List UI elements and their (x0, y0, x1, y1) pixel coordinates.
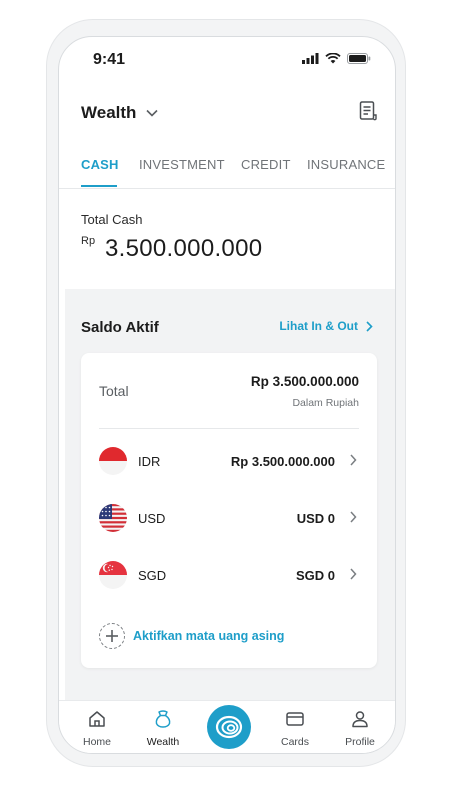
currency-code: IDR (138, 454, 161, 469)
balance-card: Total Rp 3.500.000.000 Dalam Rupiah IDR … (81, 353, 377, 668)
chevron-right-icon (350, 568, 357, 580)
document-icon (359, 101, 377, 121)
signal-icon (302, 53, 319, 64)
tab-credit[interactable]: CREDIT (241, 157, 291, 172)
nav-home[interactable]: Home (67, 709, 127, 748)
status-icons (302, 53, 371, 64)
center-action-button[interactable] (207, 705, 251, 749)
nav-wealth[interactable]: Wealth (133, 709, 193, 748)
currency-code: USD (138, 511, 166, 526)
divider (99, 428, 359, 429)
currency-value: SGD 0 (295, 568, 335, 583)
view-in-out-label: Lihat In & Out (279, 319, 358, 333)
saldo-title: Saldo Aktif (81, 319, 159, 336)
view-in-out-link[interactable]: Lihat In & Out (279, 319, 373, 333)
total-cash-currency: Rp (81, 235, 96, 247)
phone-screen: 9:41 Wealth CASH INVESTMENT CREDIT INSUR… (58, 36, 396, 754)
nav-cards-label: Cards (280, 736, 309, 748)
battery-icon (347, 53, 371, 64)
profile-icon (352, 711, 368, 728)
chevron-right-icon (350, 511, 357, 523)
activate-foreign-currency-button[interactable]: Aktifkan mata uang asing (99, 623, 284, 649)
nav-home-label: Home (82, 736, 111, 748)
total-cash-value: 3.500.000.000 (105, 235, 263, 262)
header: Wealth (59, 95, 395, 135)
status-bar: 9:41 (59, 37, 395, 85)
bottom-nav: Home Wealth Cards Profile (59, 700, 395, 753)
currency-row-idr[interactable]: IDR Rp 3.500.000.000 (81, 442, 377, 482)
currency-value: Rp 3.500.000.000 (230, 454, 335, 469)
active-tab-indicator (81, 185, 117, 187)
tab-insurance[interactable]: INSURANCE (307, 157, 385, 172)
currency-row-sgd[interactable]: SGD SGD 0 (81, 556, 377, 596)
wealth-dropdown[interactable]: Wealth (81, 103, 158, 123)
balance-total-sub: Dalam Rupiah (292, 397, 359, 409)
nav-wealth-label: Wealth (146, 736, 180, 748)
wealth-icon (155, 710, 171, 728)
app-logo-icon (215, 715, 243, 739)
nav-cards[interactable]: Cards (265, 709, 325, 748)
indonesia-flag-icon (99, 447, 127, 475)
chevron-right-icon (366, 320, 373, 332)
currency-code: SGD (138, 568, 167, 583)
tab-bar: CASH INVESTMENT CREDIT INSURANCE (59, 149, 395, 189)
total-cash-label: Total Cash (81, 212, 143, 227)
status-time: 9:41 (93, 51, 126, 68)
chevron-down-icon (146, 109, 158, 117)
singapore-flag-icon (99, 561, 127, 589)
balance-total-value: Rp 3.500.000.000 (250, 374, 359, 389)
usa-flag-icon (99, 504, 127, 532)
balance-total-label: Total (99, 383, 129, 399)
activate-foreign-currency-label: Aktifkan mata uang asing (133, 629, 285, 643)
statement-button[interactable] (359, 101, 377, 126)
home-icon (89, 711, 105, 727)
nav-profile-label: Profile (345, 736, 375, 748)
currency-row-usd[interactable]: USD USD 0 (81, 499, 377, 539)
tab-investment[interactable]: INVESTMENT (139, 157, 225, 172)
page-title: Wealth (81, 103, 137, 122)
plus-icon (99, 623, 125, 649)
chevron-right-icon (350, 454, 357, 466)
card-icon (286, 712, 304, 726)
wifi-icon (325, 53, 341, 64)
nav-profile[interactable]: Profile (330, 709, 390, 748)
tab-cash[interactable]: CASH (81, 157, 119, 172)
currency-value: USD 0 (296, 511, 335, 526)
